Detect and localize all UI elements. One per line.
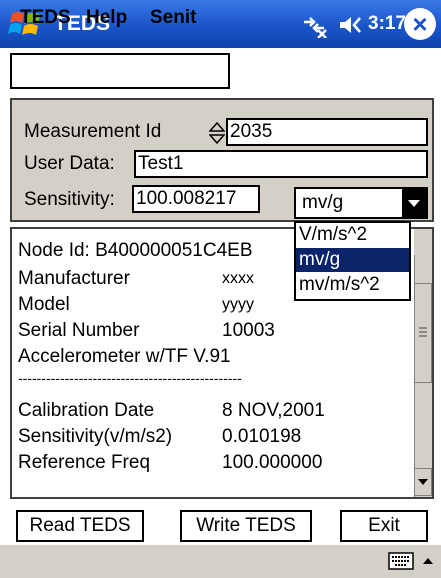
model-label: Model xyxy=(18,294,70,315)
serial-number-value: 10003 xyxy=(222,320,275,341)
reference-freq-label: Reference Freq xyxy=(18,452,151,473)
chevron-down-icon xyxy=(418,479,428,485)
scroll-thumb[interactable] xyxy=(414,283,432,383)
calibration-date-value: 8 NOV,2001 xyxy=(222,400,325,421)
separator-line: ----------------------------------------… xyxy=(18,370,242,386)
scroll-up-button[interactable] xyxy=(414,229,432,255)
serial-number-label: Serial Number xyxy=(18,320,140,341)
sensitivity-label: Sensitivity: xyxy=(24,189,115,210)
exit-button[interactable]: Exit xyxy=(340,510,428,542)
units-option-selected[interactable]: mv/g xyxy=(296,248,409,272)
sensor-description: Accelerometer w/TF V.91 xyxy=(18,346,231,367)
measurement-id-label: Measurement Id xyxy=(24,121,162,142)
reference-freq-value: 100.000000 xyxy=(222,452,323,473)
manufacturer-value: xxxx xyxy=(222,270,254,287)
menu-teds[interactable]: TEDS xyxy=(20,7,71,29)
chevron-down-icon xyxy=(408,200,420,207)
volume-icon[interactable] xyxy=(338,14,364,36)
grip-icon xyxy=(419,327,427,337)
menu-bar xyxy=(10,53,230,89)
sensitivity-info-value: 0.010198 xyxy=(222,426,302,447)
dropdown-arrow-button[interactable] xyxy=(402,189,426,217)
sensitivity-info-label: Sensitivity(v/m/s2) xyxy=(18,426,173,447)
command-bar xyxy=(0,545,441,578)
sensitivity-field[interactable]: 100.008217 xyxy=(132,185,260,213)
menu-help[interactable]: Help xyxy=(86,7,127,29)
write-teds-button[interactable]: Write TEDS xyxy=(180,510,312,542)
connectivity-icon[interactable] xyxy=(300,12,328,38)
units-option[interactable]: mv/m/s^2 xyxy=(296,273,409,297)
manufacturer-label: Manufacturer xyxy=(18,268,130,289)
user-data-label: User Data: xyxy=(24,153,115,174)
close-icon[interactable]: × xyxy=(404,8,436,40)
chevron-up-icon[interactable] xyxy=(419,551,437,571)
calibration-date-label: Calibration Date xyxy=(18,400,155,421)
scroll-down-button[interactable] xyxy=(414,468,432,496)
spinner-arrows-icon[interactable] xyxy=(209,121,225,145)
menu-senit[interactable]: Senit xyxy=(150,7,196,29)
model-value: yyyy xyxy=(222,296,254,313)
keyboard-icon[interactable] xyxy=(388,551,414,571)
clock[interactable]: 3:17 xyxy=(368,13,406,35)
user-data-field[interactable]: Test1 xyxy=(134,150,428,178)
units-select-value: mv/g xyxy=(302,192,344,213)
node-id-text: Node Id: B400000051C4EB xyxy=(18,240,253,261)
units-option[interactable]: V/m/s^2 xyxy=(296,223,409,247)
measurement-id-field[interactable]: 2035 xyxy=(226,118,428,146)
read-teds-button[interactable]: Read TEDS xyxy=(16,510,144,542)
